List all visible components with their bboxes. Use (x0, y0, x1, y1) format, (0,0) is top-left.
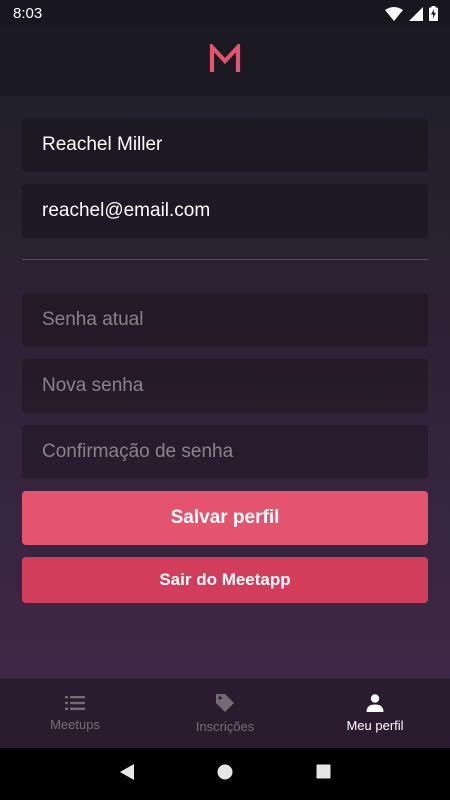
email-field[interactable]: reachel@email.com (22, 184, 428, 238)
signal-icon (409, 6, 423, 21)
status-bar: 8:03 (0, 0, 450, 27)
tag-icon (215, 693, 235, 713)
meetapp-logo-icon (209, 41, 241, 79)
profile-screen: 8:03 Reachel Miller reachel@email.com Se… (0, 0, 450, 800)
tab-meu-perfil-label: Meu perfil (346, 718, 404, 733)
logout-button[interactable]: Sair do Meetapp (22, 557, 428, 603)
tab-meu-perfil[interactable]: Meu perfil (300, 679, 450, 748)
status-time: 8:03 (13, 5, 43, 22)
battery-charging-icon (429, 6, 438, 21)
tab-inscricoes[interactable]: Inscrições (150, 679, 300, 748)
confirm-password-field[interactable]: Confirmação de senha (22, 425, 428, 479)
tab-meetups-label: Meetups (50, 717, 100, 732)
android-nav-bar (0, 748, 450, 800)
wifi-icon (385, 6, 403, 21)
profile-form: Reachel Miller reachel@email.com Senha a… (22, 118, 428, 603)
home-icon[interactable] (217, 764, 233, 785)
bottom-tab-bar: Meetups Inscrições Meu perfil (0, 678, 450, 748)
name-field[interactable]: Reachel Miller (22, 118, 428, 172)
save-profile-button[interactable]: Salvar perfil (22, 491, 428, 545)
tab-meetups[interactable]: Meetups (0, 679, 150, 748)
form-divider (22, 259, 428, 260)
app-header (0, 27, 450, 96)
new-password-field[interactable]: Nova senha (22, 359, 428, 413)
current-password-field[interactable]: Senha atual (22, 293, 428, 347)
recents-icon[interactable] (316, 764, 331, 784)
list-icon (65, 695, 85, 711)
person-icon (366, 694, 384, 712)
back-icon[interactable] (119, 763, 135, 786)
tab-inscricoes-label: Inscrições (195, 719, 255, 734)
status-icons (385, 6, 438, 21)
